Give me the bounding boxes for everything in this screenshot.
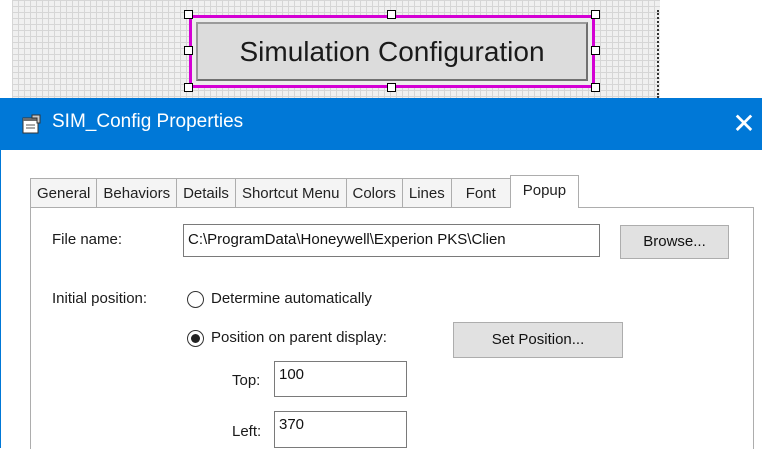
resize-handle-middle-right[interactable]: [591, 46, 600, 55]
position-on-parent-label[interactable]: Position on parent display:: [211, 329, 387, 346]
resize-handle-bottom-right[interactable]: [591, 83, 600, 92]
resize-handle-top-center[interactable]: [387, 10, 396, 19]
tab-behaviors[interactable]: Behaviors: [96, 178, 178, 207]
selected-pushbutton-object[interactable]: Simulation Configuration: [189, 15, 595, 88]
resize-handle-top-right[interactable]: [591, 10, 600, 19]
position-on-parent-radio[interactable]: [187, 330, 204, 347]
dialog-title: SIM_Config Properties: [52, 111, 244, 132]
determine-automatically-radio[interactable]: [187, 291, 204, 308]
tab-font[interactable]: Font: [450, 178, 511, 207]
file-name-input[interactable]: C:\ProgramData\Honeywell\Experion PKS\Cl…: [183, 224, 600, 257]
tab-colors[interactable]: Colors: [345, 178, 403, 207]
canvas-margin: [0, 0, 12, 98]
button-caption: Simulation Configuration: [239, 35, 545, 67]
set-position-button[interactable]: Set Position...: [453, 322, 623, 358]
resize-handle-bottom-left[interactable]: [184, 83, 193, 92]
radio-selected-dot: [191, 334, 200, 343]
left-input[interactable]: 370: [274, 411, 407, 448]
left-label: Left:: [232, 423, 262, 440]
tab-popup[interactable]: Popup: [509, 175, 580, 208]
tab-strip: General Behaviors Details Shortcut Menu …: [30, 175, 580, 208]
tab-lines[interactable]: Lines: [401, 178, 452, 207]
design-canvas[interactable]: Simulation Configuration: [0, 0, 762, 98]
tab-shortcut-menu[interactable]: Shortcut Menu: [234, 178, 347, 207]
dialog-title-bar[interactable]: SIM_Config Properties ✕: [0, 98, 762, 150]
canvas-outside-area: [660, 0, 762, 98]
tab-details[interactable]: Details: [176, 178, 236, 207]
file-name-label: File name:: [52, 231, 123, 248]
tab-general[interactable]: General: [30, 178, 98, 207]
determine-automatically-label[interactable]: Determine automatically: [211, 290, 372, 307]
initial-position-label: Initial position:: [52, 290, 148, 307]
resize-handle-middle-left[interactable]: [184, 46, 193, 55]
simulation-configuration-button[interactable]: Simulation Configuration: [196, 22, 588, 81]
page-boundary-guide: [657, 10, 659, 98]
close-icon[interactable]: ✕: [726, 106, 762, 142]
browse-button[interactable]: Browse...: [620, 225, 729, 259]
top-label: Top:: [232, 372, 261, 389]
top-input[interactable]: 100: [274, 361, 407, 397]
properties-icon: [20, 113, 42, 135]
resize-handle-top-left[interactable]: [184, 10, 193, 19]
resize-handle-bottom-center[interactable]: [387, 83, 396, 92]
